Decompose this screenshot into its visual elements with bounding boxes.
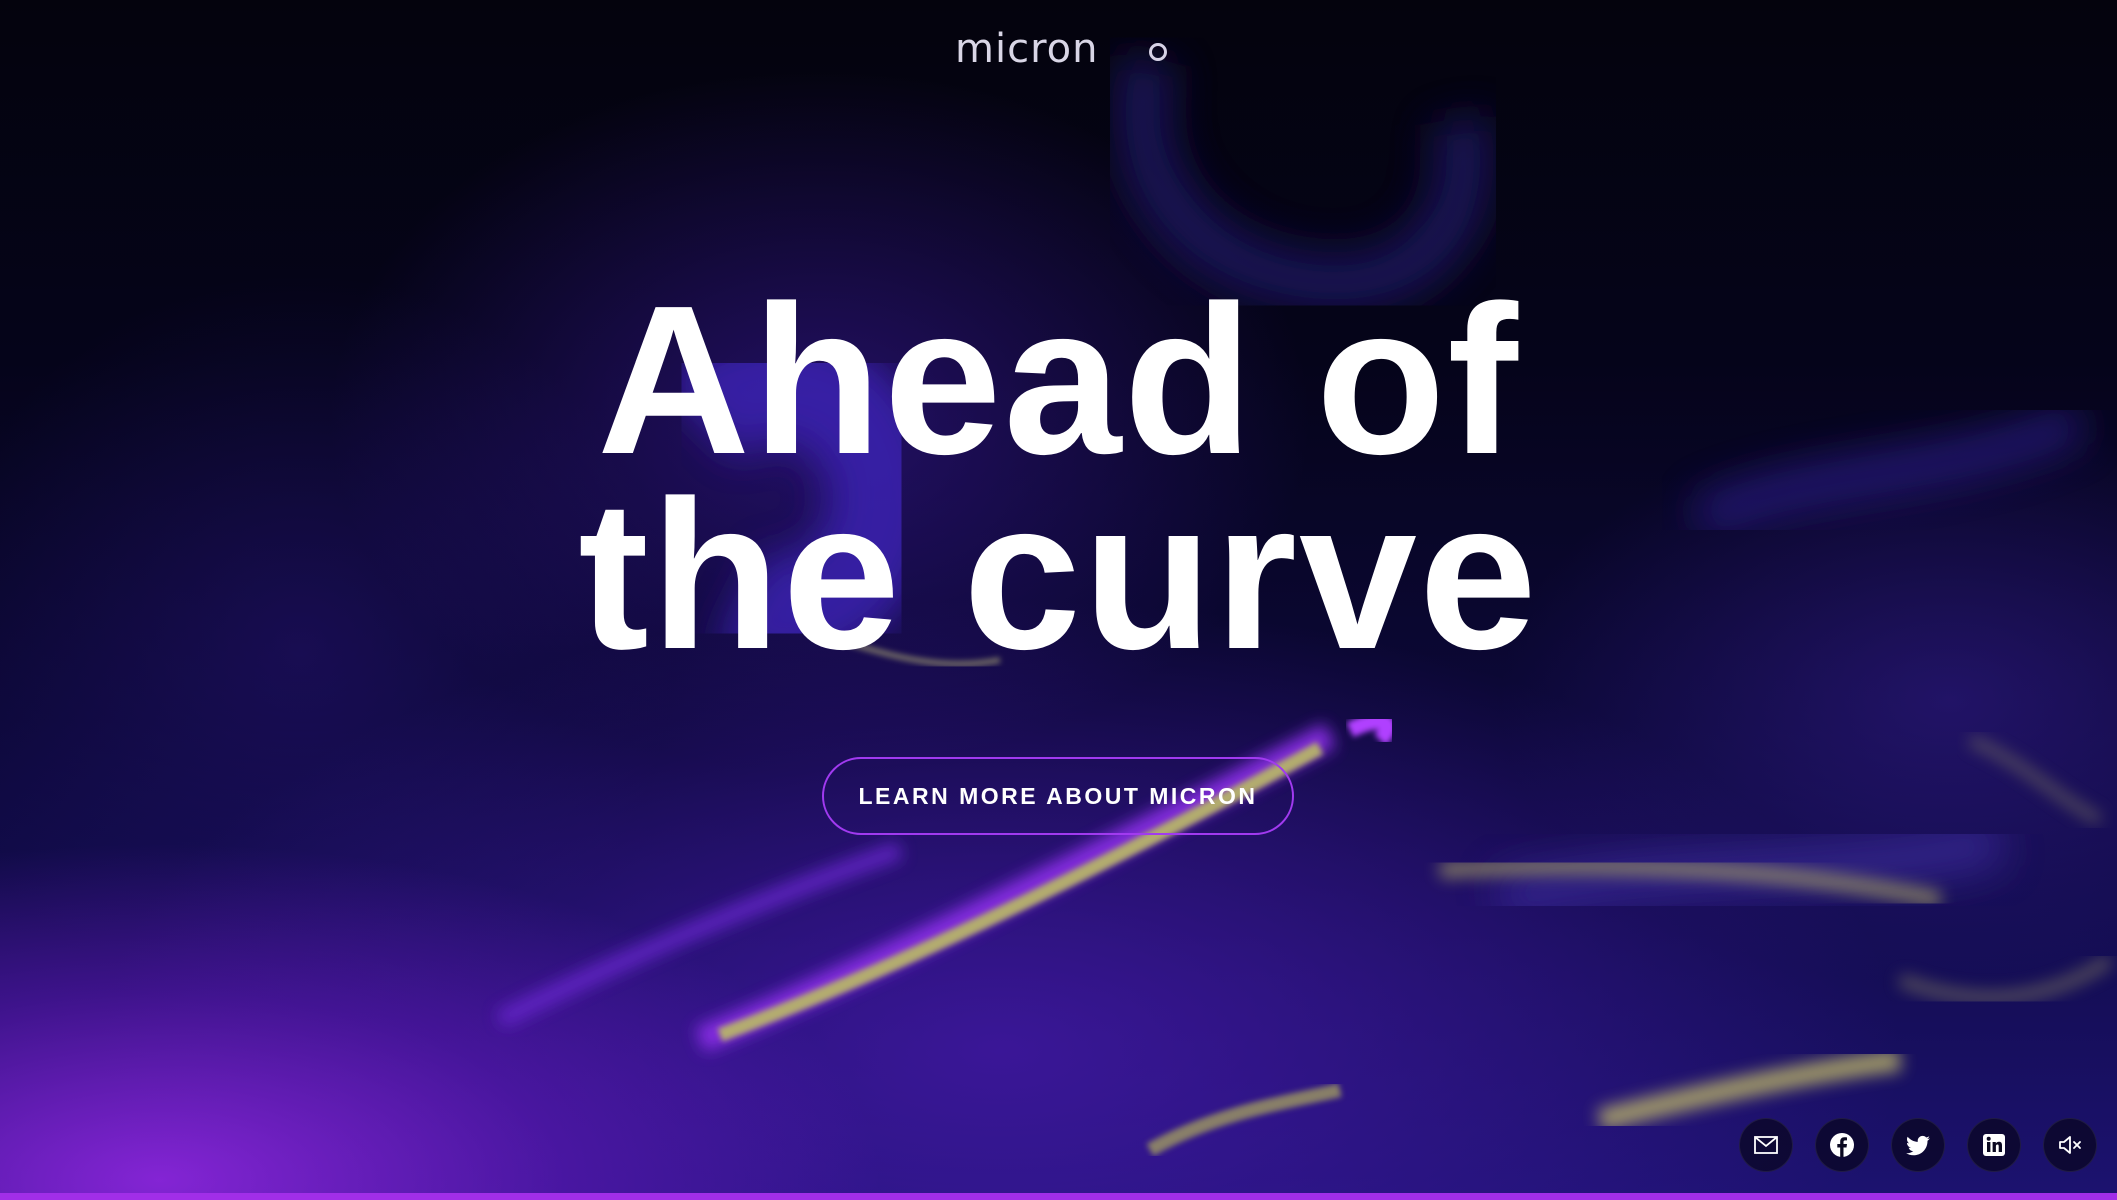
linkedin-button[interactable]: [1967, 1118, 2021, 1172]
logo-wordmark: micron: [955, 26, 1098, 72]
bottom-accent-bar: [0, 1193, 2117, 1200]
facebook-button[interactable]: [1815, 1118, 1869, 1172]
site-header: micron: [0, 26, 2117, 72]
sound-toggle-button[interactable]: [2043, 1118, 2097, 1172]
twitter-icon: [1906, 1135, 1930, 1156]
headline-line-1: Ahead of: [597, 261, 1520, 498]
social-links: [1739, 1118, 2097, 1172]
learn-more-button[interactable]: LEARN MORE ABOUT MICRON: [822, 757, 1294, 835]
circle-menu-icon[interactable]: [1148, 43, 1167, 61]
hero-stage: micron Ahead of the curve LEARN MORE ABO…: [0, 0, 2117, 1200]
facebook-icon: [1830, 1133, 1854, 1157]
email-button[interactable]: [1739, 1118, 1793, 1172]
mail-icon: [1754, 1136, 1778, 1154]
twitter-button[interactable]: [1891, 1118, 1945, 1172]
hero-headline: Ahead of the curve: [0, 261, 2117, 693]
linkedin-icon: [1983, 1134, 2005, 1156]
speaker-muted-icon: [2059, 1136, 2081, 1154]
micron-logo[interactable]: micron: [951, 26, 1123, 72]
headline-line-2: the curve: [578, 456, 1539, 693]
